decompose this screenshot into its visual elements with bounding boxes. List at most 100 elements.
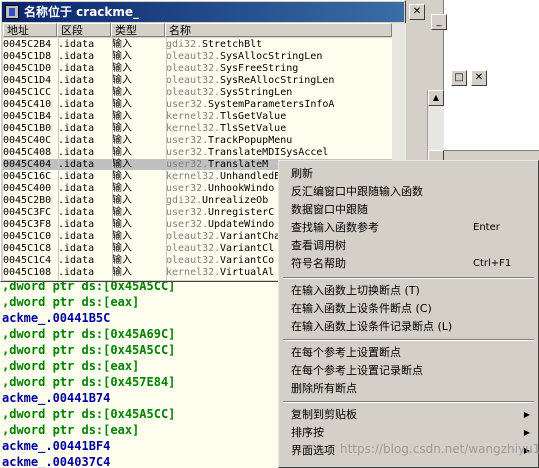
cell-symbol: SysReAllocStringLen (220, 75, 335, 86)
cell-section: .idata (58, 255, 95, 266)
menu-item-toggle-breakpoint-on-import[interactable]: 在输入函数上切换断点 (T) (281, 282, 536, 300)
disasm-line[interactable]: ,dword ptr ds:[0x45A69C] (2, 326, 175, 342)
cell-section: .idata (58, 183, 95, 194)
cell-type: 输入 (112, 51, 132, 62)
cell-section: .idata (58, 207, 95, 218)
maximize-icon[interactable]: □ (451, 70, 467, 86)
cell-address: 0045C1D4 (3, 75, 52, 86)
cell-section: .idata (58, 63, 95, 74)
menu-item-follow-in-dump[interactable]: 数据窗口中跟随 (281, 201, 536, 219)
cell-type: 输入 (112, 147, 132, 158)
cell-type: 输入 (112, 39, 132, 50)
disassembly-pane[interactable]: ,dword ptr ds:[0x45A5CC] ,dword ptr ds:[… (0, 270, 300, 468)
disasm-line[interactable]: ackme_.00441B5C (2, 310, 110, 326)
cell-symbol: SystemParametersInfoA (208, 99, 335, 110)
cell-section: .idata (58, 135, 95, 146)
disasm-line[interactable]: ,dword ptr ds:[eax] (2, 294, 139, 310)
menu-item-view-call-tree[interactable]: 查看调用树 (281, 237, 536, 255)
menu-item-symbol-help[interactable]: 符号名帮助 Ctrl+F1 (281, 255, 536, 273)
column-divider (112, 38, 113, 280)
close-icon[interactable]: ✕ (409, 4, 425, 20)
cell-section: .idata (58, 123, 95, 134)
cell-type: 输入 (112, 219, 132, 230)
menu-separator (283, 277, 534, 279)
disasm-line[interactable]: ackme_.00441B74 (2, 390, 110, 406)
watermark: https://blog.csdn.net/wangzhiyu13 (340, 442, 539, 456)
cell-symbol: SysAllocStringLen (220, 51, 323, 62)
menu-item-refresh[interactable]: 刷新 (281, 165, 536, 183)
cell-library: oleaut32. (166, 51, 221, 62)
cell-address: 0045C16C (3, 171, 52, 182)
table-row[interactable]: 0045C1B0 .idata 输入 kernel32. TlsSetValue (3, 123, 392, 134)
disasm-line[interactable]: ,dword ptr ds:[eax] (2, 422, 139, 438)
column-header-section[interactable]: 区段 (57, 23, 111, 37)
close-icon[interactable]: ✕ (471, 70, 487, 86)
minimize-icon[interactable]: _ (431, 14, 447, 30)
cell-library: user32. (166, 183, 209, 194)
cell-section: .idata (58, 219, 95, 230)
cell-address: 0045C1B0 (3, 123, 52, 134)
cell-library: oleaut32. (166, 243, 221, 254)
menu-item-remove-all-breakpoints[interactable]: 删除所有断点 (281, 380, 536, 398)
cell-type: 输入 (112, 75, 132, 86)
cell-type: 输入 (112, 87, 132, 98)
cell-section: .idata (58, 147, 95, 158)
cell-symbol: TlsSetValue (220, 123, 287, 134)
cell-library: oleaut32. (166, 255, 221, 266)
shortcut-label: Enter (473, 222, 500, 233)
column-header-address[interactable]: 地址 (3, 23, 57, 37)
cell-symbol: TrackPopupMenu (208, 135, 293, 146)
menu-item-set-breakpoint-on-every-reference[interactable]: 在每个参考上设置断点 (281, 344, 536, 362)
cell-symbol: TranslateM (208, 159, 269, 170)
menu-item-conditional-breakpoint-on-import[interactable]: 在输入函数上设条件断点 (C) (281, 300, 536, 318)
shortcut-label: Ctrl+F1 (473, 258, 512, 269)
cell-section: .idata (58, 267, 95, 278)
table-row[interactable]: 0045C40C .idata 输入 user32. TrackPopupMenu (3, 135, 392, 146)
cell-address: 0045C40C (3, 135, 52, 146)
table-row[interactable]: 0045C410 .idata 输入 user32. SystemParametersI… (3, 99, 392, 110)
table-row[interactable]: 0045C1D0 .idata 输入 oleaut32. SysFreeString (3, 63, 392, 74)
cell-address: 0045C1CC (3, 87, 52, 98)
cell-symbol: StretchBlt (202, 39, 263, 50)
menu-item-sort-by[interactable]: 排序按 ▶ (281, 424, 536, 442)
table-row[interactable]: 0045C1CC .idata 输入 oleaut32. SysStringLen (3, 87, 392, 98)
cell-address: 0045C2B0 (3, 195, 52, 206)
cell-library: user32. (166, 99, 209, 110)
cell-symbol: UnhandledE (220, 171, 281, 182)
cell-type: 输入 (112, 195, 132, 206)
cell-library: oleaut32. (166, 75, 221, 86)
table-row[interactable]: 0045C1B4 .idata 输入 kernel32. TlsGetValue (3, 111, 392, 122)
cell-address: 0045C1D0 (3, 63, 52, 74)
cell-type: 输入 (112, 243, 132, 254)
disasm-line[interactable]: ,dword ptr ds:[0x45A5CC] (2, 342, 175, 358)
disasm-line[interactable]: ,dword ptr ds:[0x45A5CC] (2, 406, 175, 422)
cell-address: 0045C1C8 (3, 243, 52, 254)
window-title-bar[interactable]: 名称位于 crackme_ (2, 2, 404, 22)
cell-symbol: UnrealizeOb (202, 195, 269, 206)
table-row[interactable]: 0045C2B4 .idata 输入 gdi32. StretchBlt (3, 39, 392, 50)
cell-section: .idata (58, 87, 95, 98)
disasm-line[interactable]: ,dword ptr ds:[0x457E84] (2, 374, 175, 390)
scroll-up-icon[interactable]: ▲ (428, 90, 444, 106)
cell-symbol: SysFreeString (220, 63, 299, 74)
column-header-type[interactable]: 类型 (111, 23, 165, 37)
cell-symbol: VariantCo (220, 255, 275, 266)
cell-library: kernel32. (166, 267, 221, 278)
menu-item-copy-to-clipboard[interactable]: 复制到剪贴板 ▶ (281, 406, 536, 424)
cell-library: user32. (166, 219, 209, 230)
cell-library: kernel32. (166, 123, 221, 134)
disasm-line[interactable]: ackme_.004037C4 (2, 454, 110, 468)
menu-item-find-references-to-import[interactable]: 查找输入函数参考 Enter (281, 219, 536, 237)
context-menu[interactable]: 刷新 反汇编窗口中跟随输入函数 数据窗口中跟随 查找输入函数参考 Enter 查… (278, 160, 539, 468)
disasm-line[interactable]: ,dword ptr ds:[eax] (2, 358, 139, 374)
table-row[interactable]: 0045C408 .idata 输入 user32. TranslateMDISysAc… (3, 147, 392, 158)
cell-type: 输入 (112, 159, 132, 170)
table-row[interactable]: 0045C1D8 .idata 输入 oleaut32. SysAllocStringL… (3, 51, 392, 62)
column-header-name[interactable]: 名称 (165, 23, 392, 37)
table-row[interactable]: 0045C1D4 .idata 输入 oleaut32. SysReAllocStrin… (3, 75, 392, 86)
menu-item-conditional-log-breakpoint-on-import[interactable]: 在输入函数上设条件记录断点 (L) (281, 318, 536, 336)
menu-item-follow-import-in-disassembler[interactable]: 反汇编窗口中跟随输入函数 (281, 183, 536, 201)
disasm-line[interactable]: ackme_.00441BF4 (2, 438, 110, 454)
menu-item-set-log-breakpoint-on-every-reference[interactable]: 在每个参考上设置记录断点 (281, 362, 536, 380)
cell-library: oleaut32. (166, 87, 221, 98)
